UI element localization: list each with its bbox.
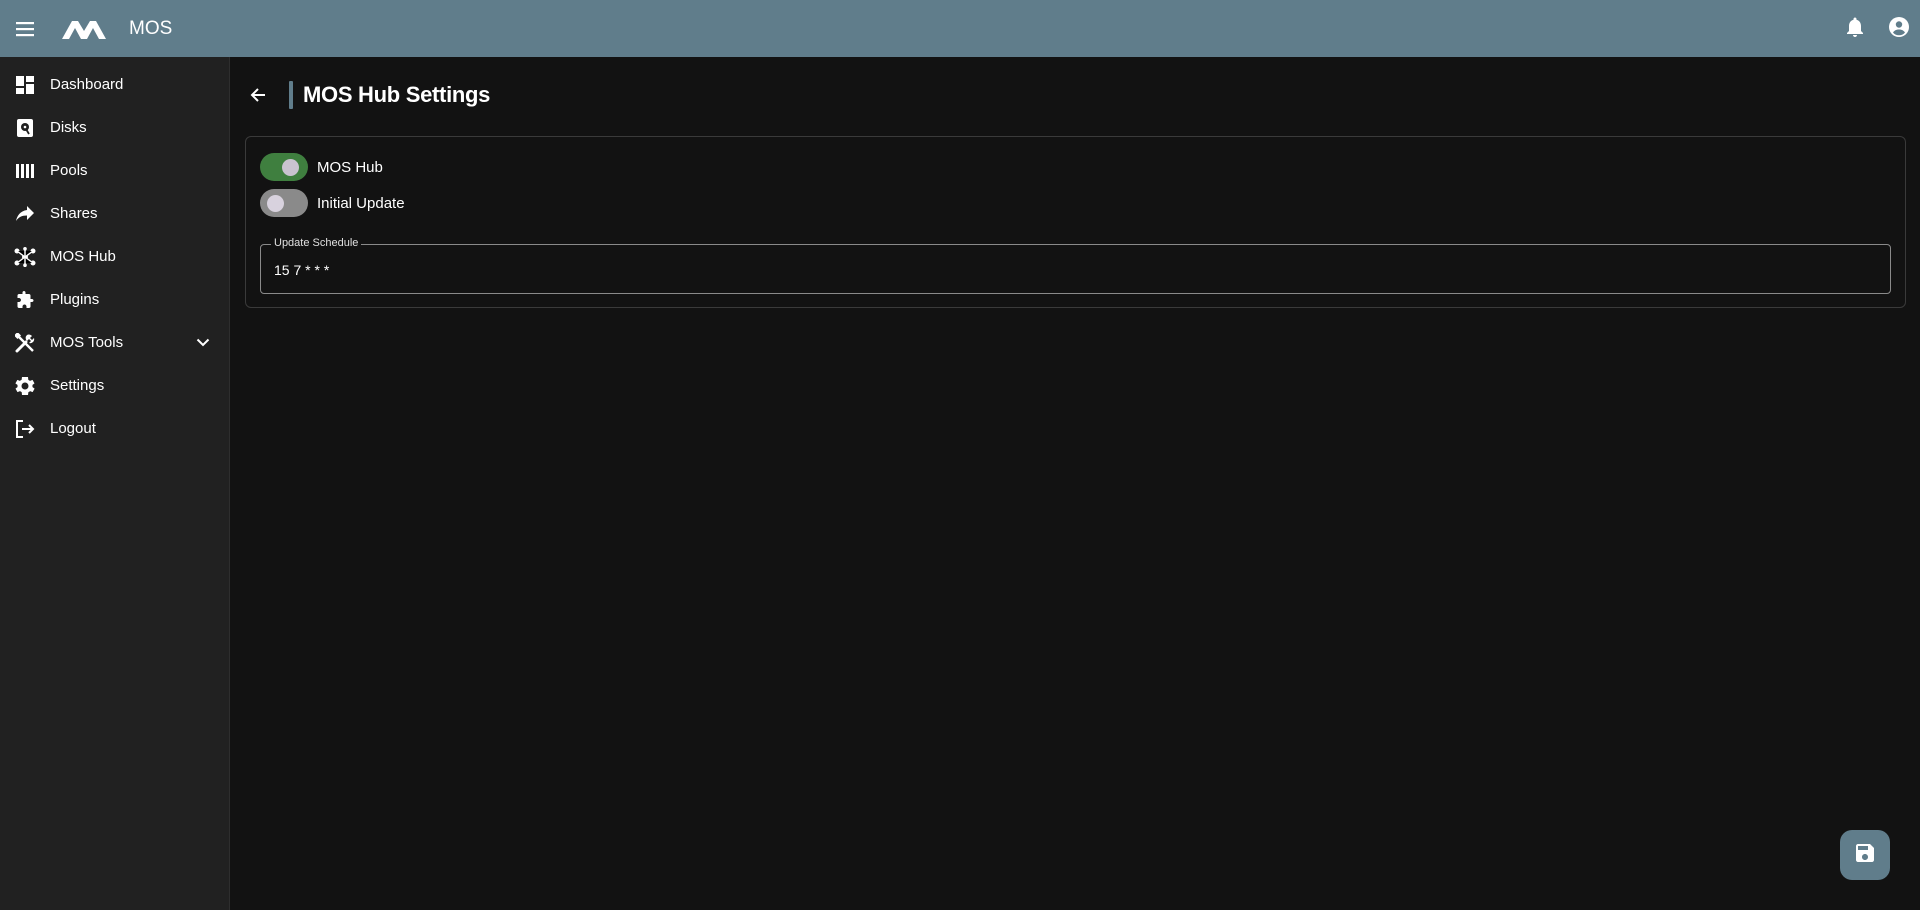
sidebar-item-label: Logout [50, 420, 96, 437]
sidebar-item-disks[interactable]: Disks [0, 106, 229, 149]
main-content: MOS Hub Settings MOS Hub Initial Update … [231, 57, 1920, 910]
page-title: MOS Hub Settings [303, 82, 491, 107]
top-app-bar: MOS [0, 0, 1920, 57]
settings-card: MOS Hub Initial Update Update Schedule [245, 136, 1906, 308]
sidebar-item-mos-tools[interactable]: MOS Tools [0, 321, 229, 364]
sidebar-item-label: Pools [50, 162, 88, 179]
app-title: MOS [129, 17, 173, 39]
gear-icon [14, 375, 36, 397]
initial-update-label: Initial Update [317, 194, 405, 212]
update-schedule-input[interactable] [274, 259, 1874, 281]
toggle-thumb [282, 159, 299, 176]
initial-update-switch-row[interactable]: Initial Update [260, 189, 405, 217]
hub-icon [14, 246, 36, 268]
bell-icon[interactable] [1842, 14, 1868, 40]
puzzle-icon [14, 289, 36, 311]
update-schedule-label: Update Schedule [271, 237, 362, 249]
sidebar-item-plugins[interactable]: Plugins [0, 278, 229, 321]
sidebar-item-label: Shares [50, 205, 98, 222]
mos-hub-toggle[interactable] [260, 153, 308, 181]
title-accent-bar [289, 81, 293, 109]
sidebar-item-mos-hub[interactable]: MOS Hub [0, 235, 229, 278]
sidebar-item-label: Disks [50, 119, 87, 136]
tools-icon [14, 332, 36, 354]
dashboard-icon [14, 74, 36, 96]
page-header: MOS Hub Settings [245, 81, 490, 109]
toggle-thumb [267, 195, 284, 212]
share-icon [14, 203, 36, 225]
sidebar-item-dashboard[interactable]: Dashboard [0, 63, 229, 106]
sidebar-item-label: Dashboard [50, 76, 124, 93]
save-button[interactable] [1840, 830, 1890, 880]
sidebar-item-settings[interactable]: Settings [0, 364, 229, 407]
sidebar-item-label: MOS Hub [50, 248, 116, 265]
account-circle-icon[interactable] [1886, 14, 1912, 40]
sidebar-item-label: MOS Tools [50, 334, 124, 351]
mos-logo-icon [61, 17, 107, 41]
sidebar-item-logout[interactable]: Logout [0, 407, 229, 450]
sidebar-item-shares[interactable]: Shares [0, 192, 229, 235]
save-icon [1856, 843, 1874, 867]
logout-icon [14, 418, 36, 440]
mos-hub-switch-row[interactable]: MOS Hub [260, 153, 383, 181]
disk-icon [14, 117, 36, 139]
update-schedule-field[interactable]: Update Schedule [260, 237, 1891, 294]
arrow-left-icon[interactable] [245, 82, 271, 108]
initial-update-toggle[interactable] [260, 189, 308, 217]
sidebar-item-label: Settings [50, 377, 105, 394]
pools-icon [14, 160, 36, 182]
mos-hub-label: MOS Hub [317, 158, 383, 176]
chevron-down-icon[interactable] [193, 332, 213, 352]
hamburger-menu-icon[interactable] [13, 17, 37, 41]
sidebar: Dashboard Disks Pools Shares MOS Hub Plu… [0, 57, 230, 910]
sidebar-item-label: Plugins [50, 291, 100, 308]
sidebar-item-pools[interactable]: Pools [0, 149, 229, 192]
